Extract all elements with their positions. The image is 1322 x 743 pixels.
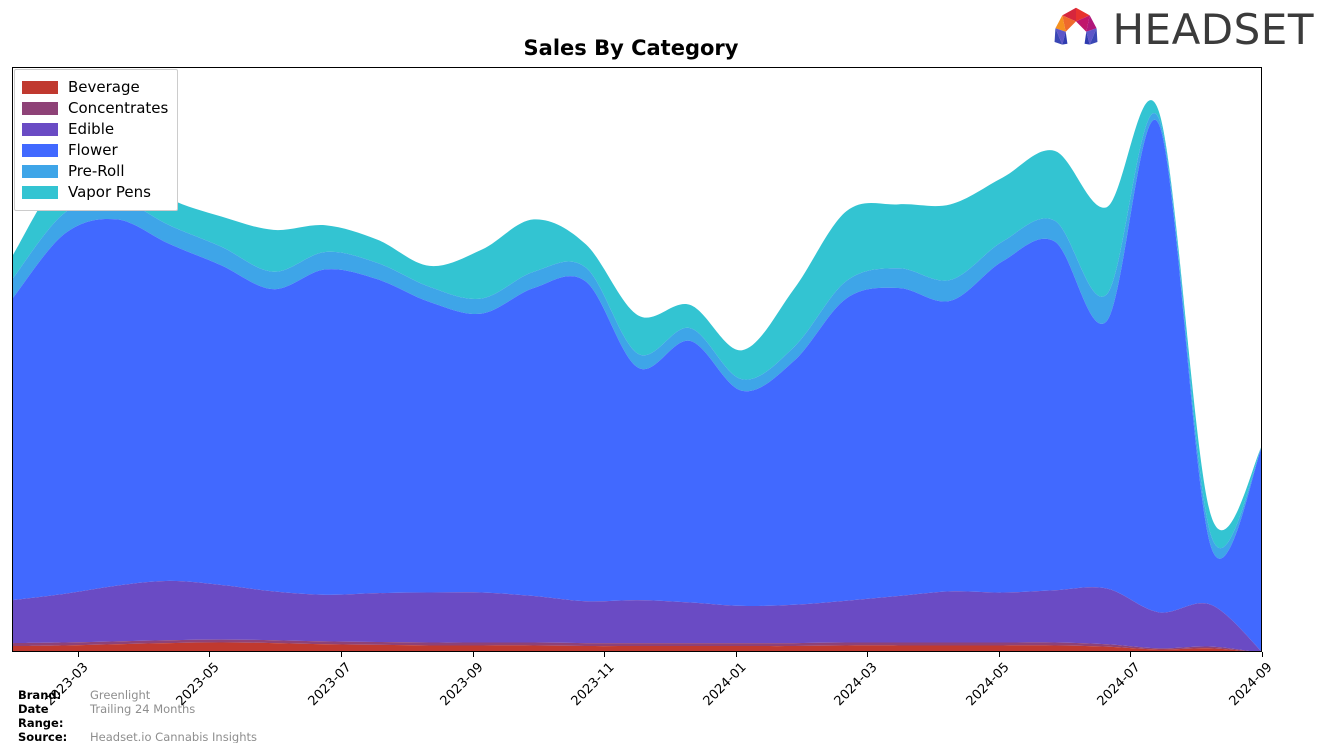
x-axis-tick: [209, 652, 211, 657]
footer-date-range-row: Date Range: Trailing 24 Months: [18, 702, 257, 730]
legend-swatch-edible-icon: [22, 123, 58, 136]
chart-plot-area: [12, 67, 1262, 652]
footer-brand-value: Greenlight: [90, 688, 151, 702]
footer-brand-key: Brand:: [18, 688, 62, 702]
x-axis-tick: [77, 652, 79, 657]
x-axis-tick: [604, 652, 606, 657]
legend-item-flower[interactable]: Flower: [22, 140, 168, 161]
x-axis-label: 2024-07: [1094, 660, 1144, 710]
footer-source-value: Headset.io Cannabis Insights: [90, 730, 257, 743]
x-axis-tick: [1262, 652, 1263, 657]
legend-label-preroll: Pre-Roll: [68, 162, 125, 180]
x-axis-label: 2024-01: [700, 660, 750, 710]
x-axis-label: 2023-07: [305, 660, 355, 710]
x-axis-label: 2023-09: [437, 660, 487, 710]
stacked-area-chart: [13, 100, 1261, 651]
legend-item-vaporpens[interactable]: Vapor Pens: [22, 182, 168, 203]
x-axis-label: 2024-05: [963, 660, 1013, 710]
legend-swatch-preroll-icon: [22, 165, 58, 178]
x-axis-tick: [735, 652, 737, 657]
legend-item-preroll[interactable]: Pre-Roll: [22, 161, 168, 182]
legend-item-concentrates[interactable]: Concentrates: [22, 98, 168, 119]
legend-label-flower: Flower: [68, 141, 118, 159]
footer-date-range-value: Trailing 24 Months: [90, 702, 196, 716]
x-axis-label: 2024-03: [831, 660, 881, 710]
legend-label-vaporpens: Vapor Pens: [68, 183, 151, 201]
x-axis-tick: [1130, 652, 1132, 657]
chart-footer: Brand: Greenlight Date Range: Trailing 2…: [18, 688, 257, 743]
legend-label-edible: Edible: [68, 120, 115, 138]
legend-swatch-vaporpens-icon: [22, 186, 58, 199]
page-title: Sales By Category: [523, 36, 739, 60]
legend-swatch-concentrates-icon: [22, 102, 58, 115]
legend-item-beverage[interactable]: Beverage: [22, 77, 168, 98]
footer-source-key: Source:: [18, 730, 68, 743]
x-axis-tick: [472, 652, 474, 657]
footer-date-range-key: Date Range:: [18, 702, 64, 730]
x-axis-tick: [341, 652, 342, 657]
footer-brand-row: Brand: Greenlight: [18, 688, 257, 702]
x-axis-tick: [998, 652, 1000, 657]
legend-label-concentrates: Concentrates: [68, 99, 169, 117]
legend-swatch-flower-icon: [22, 144, 58, 157]
legend-label-beverage: Beverage: [68, 78, 140, 96]
legend-swatch-beverage-icon: [22, 81, 58, 94]
legend-item-edible[interactable]: Edible: [22, 119, 168, 140]
x-axis-tick: [867, 652, 869, 657]
x-axis-label: 2023-11: [568, 660, 618, 710]
x-axis-label: 2024-09: [1226, 660, 1276, 710]
footer-source-row: Source: Headset.io Cannabis Insights: [18, 730, 257, 743]
chart-legend: Beverage Concentrates Edible Flower Pre-Roll…: [14, 69, 179, 211]
